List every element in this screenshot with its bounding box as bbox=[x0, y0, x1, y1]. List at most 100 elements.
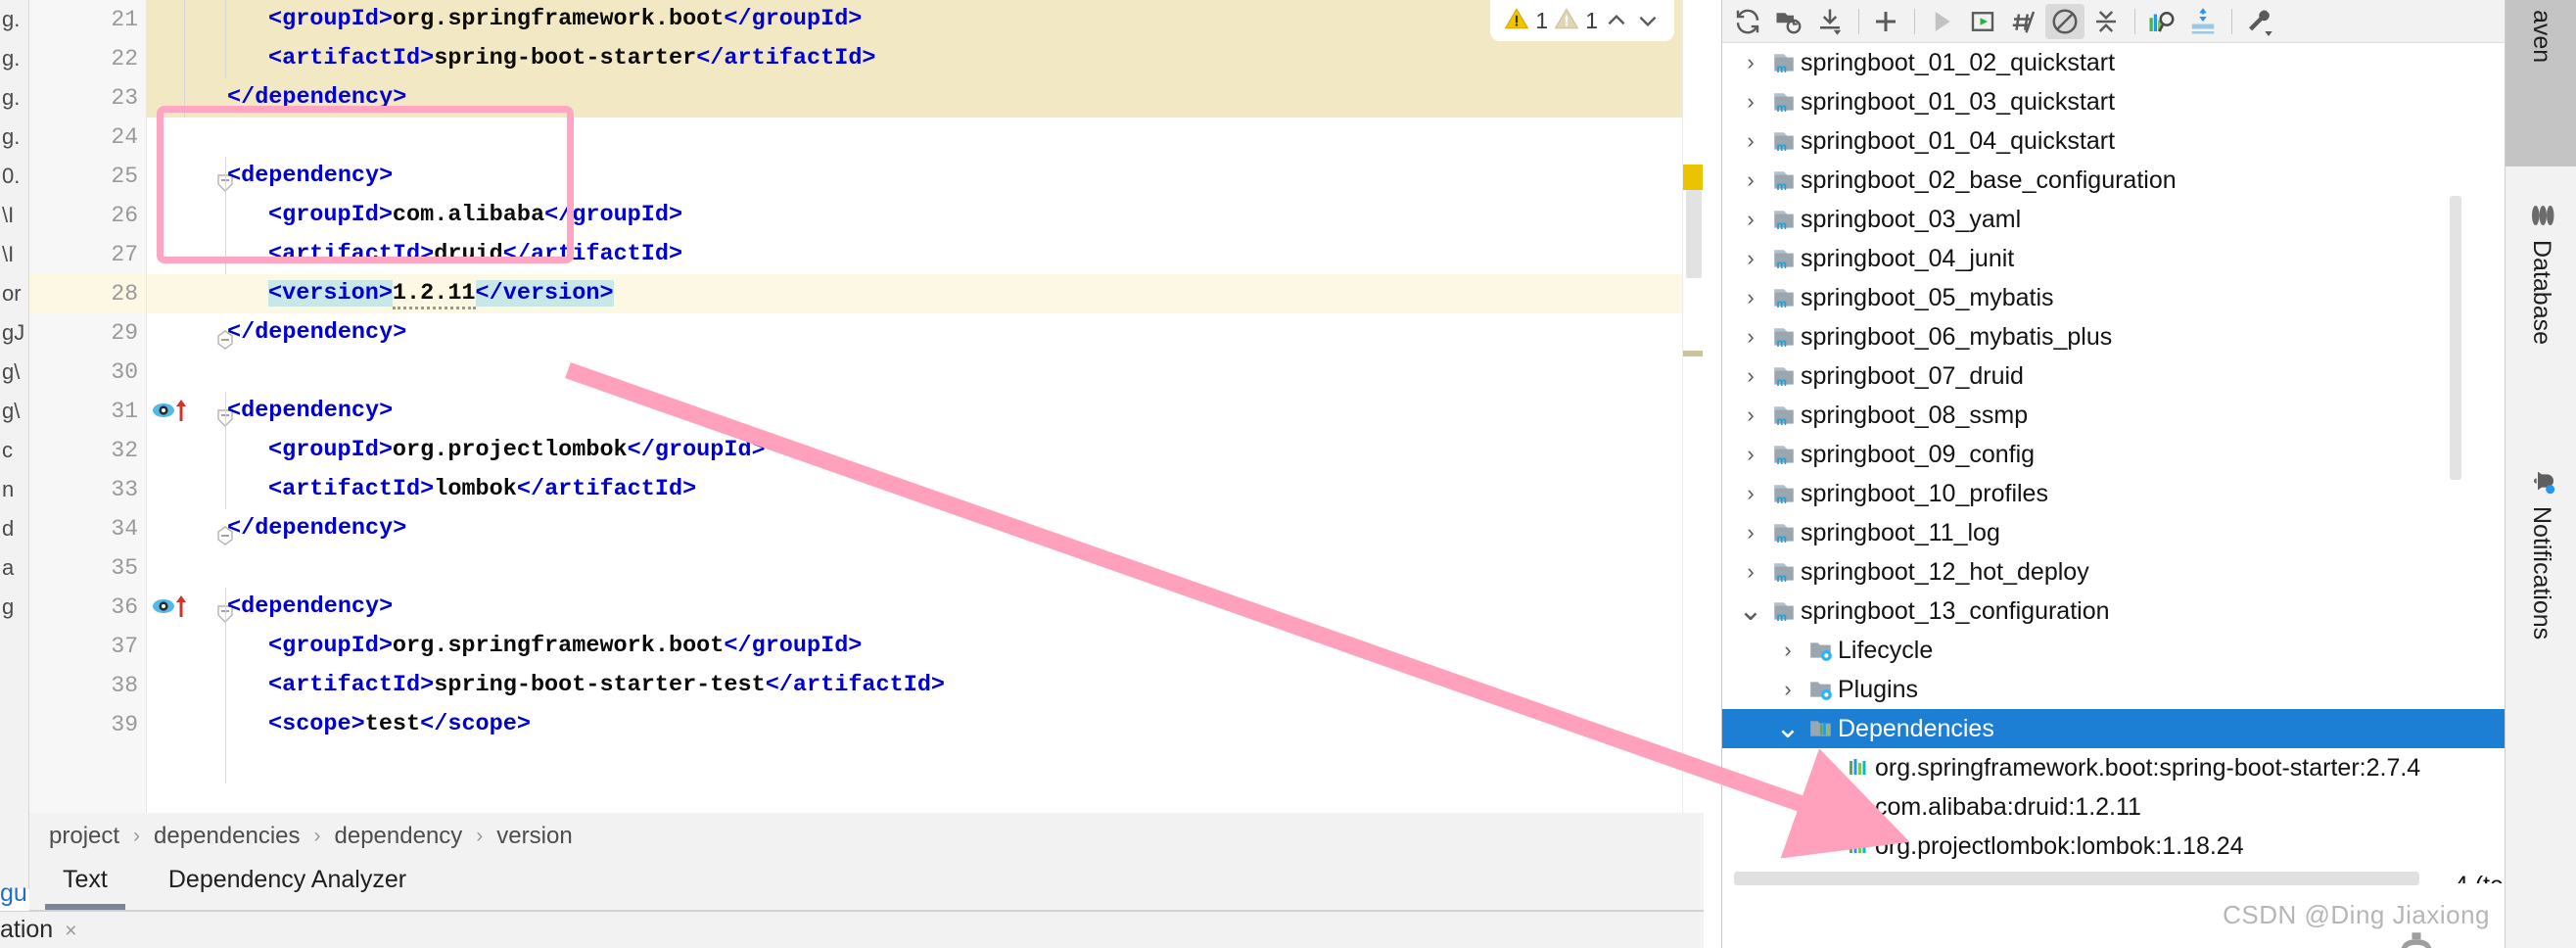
chevron-right-icon[interactable]: › bbox=[1734, 89, 1767, 115]
gutter-line-number[interactable]: 36 bbox=[29, 588, 233, 627]
gutter-line-number[interactable]: 34 bbox=[29, 509, 233, 548]
maven-tree-node[interactable]: › m springboot_01_02_quickstart bbox=[1722, 43, 2505, 82]
maven-toolbar[interactable] bbox=[1722, 0, 2505, 43]
code-line[interactable]: <artifactId>spring-boot-starter</artifac… bbox=[147, 39, 1704, 78]
maven-horizontal-scrollbar-thumb[interactable] bbox=[1734, 872, 2419, 885]
code-line[interactable]: <artifactId>spring-boot-starter-test</ar… bbox=[147, 666, 1704, 705]
maven-tree-node[interactable]: › m springboot_11_log bbox=[1722, 513, 2505, 552]
code-line[interactable]: <dependency> bbox=[147, 588, 1704, 627]
code-line[interactable]: <groupId>org.springframework.boot</group… bbox=[147, 0, 1704, 39]
maven-tree-node[interactable]: › m springboot_03_yaml bbox=[1722, 200, 2505, 239]
code-line[interactable]: <artifactId>druid</artifactId> bbox=[147, 235, 1704, 274]
chevron-right-icon[interactable]: › bbox=[1734, 246, 1767, 271]
inspection-widget[interactable]: 1 1 bbox=[1490, 0, 1674, 41]
maven-tree-node[interactable]: › m springboot_02_base_configuration bbox=[1722, 161, 2505, 200]
maven-tree-node[interactable]: › m springboot_05_mybatis bbox=[1722, 278, 2505, 317]
maven-tree-node[interactable]: › m springboot_10_profiles bbox=[1722, 474, 2505, 513]
add-maven-project-icon[interactable] bbox=[1866, 4, 1905, 39]
breadcrumb-item[interactable]: version bbox=[496, 823, 572, 850]
gutter-line-number[interactable]: 23 bbox=[29, 78, 233, 118]
chevron-right-icon[interactable]: › bbox=[1734, 285, 1767, 310]
maven-tree-node[interactable]: › m springboot_12_hot_deploy bbox=[1722, 552, 2505, 592]
breadcrumb-item[interactable]: project bbox=[49, 823, 119, 850]
warning-marker[interactable] bbox=[1683, 165, 1703, 190]
code-line[interactable]: <artifactId>lombok</artifactId> bbox=[147, 470, 1704, 509]
chevron-right-icon[interactable]: › bbox=[1734, 363, 1767, 389]
code-line[interactable]: <groupId>org.springframework.boot</group… bbox=[147, 627, 1704, 666]
reload-project-icon[interactable] bbox=[1769, 4, 1808, 39]
code-line[interactable] bbox=[147, 353, 1704, 392]
breadcrumb[interactable]: project › dependencies › dependency › version bbox=[29, 813, 1704, 860]
tool-window-button-database[interactable]: Database bbox=[2506, 191, 2576, 436]
maven-tree-node[interactable]: org.projectlombok:lombok:1.18.24 bbox=[1722, 827, 2505, 866]
right-tool-window-bar[interactable]: aven Database Notifications bbox=[2505, 0, 2576, 948]
chevron-right-icon[interactable]: › bbox=[1734, 559, 1767, 585]
gutter-line-number[interactable]: 33 bbox=[29, 470, 146, 509]
chevron-down-icon[interactable]: ⌄ bbox=[1734, 596, 1767, 626]
reload-all-maven-projects-icon[interactable] bbox=[1728, 4, 1767, 39]
code-line[interactable] bbox=[147, 548, 1704, 588]
breadcrumb-item[interactable]: dependencies bbox=[154, 823, 300, 850]
download-sources-icon[interactable] bbox=[1810, 4, 1850, 39]
gutter-line-number[interactable]: 39 bbox=[29, 705, 146, 744]
chevron-right-icon[interactable]: › bbox=[1734, 520, 1767, 545]
maven-tree-node[interactable]: › m springboot_09_config bbox=[1722, 435, 2505, 474]
gutter-line-number[interactable]: 37 bbox=[29, 627, 146, 666]
gutter-line-number[interactable]: 24 bbox=[29, 118, 146, 157]
maven-tree-node[interactable]: com.alibaba:druid:1.2.11 bbox=[1722, 787, 2505, 827]
code-line[interactable]: <groupId>com.alibaba</groupId> bbox=[147, 196, 1704, 235]
maven-tree-node[interactable]: › m springboot_06_mybatis_plus bbox=[1722, 317, 2505, 356]
code-line[interactable]: <groupId>org.projectlombok</groupId> bbox=[147, 431, 1704, 470]
editor-marker-strip[interactable] bbox=[1682, 0, 1704, 813]
code-editor[interactable]: 21 22 23 24 25 26 27 28 29 30 31 32 33 34 35 36 37 38 39 <… bbox=[29, 0, 1704, 813]
editor-tab-dependency-analyzer[interactable]: Dependency Analyzer bbox=[163, 866, 412, 904]
editor-tab-text[interactable]: Text bbox=[45, 866, 125, 910]
code-line[interactable]: <version>1.2.11</version> bbox=[147, 274, 1704, 313]
maven-tool-window[interactable]: › m springboot_01_02_quickstart › m springboo… bbox=[1721, 0, 2505, 948]
chevron-right-icon[interactable]: › bbox=[1734, 207, 1767, 232]
maven-tree-node[interactable]: › m springboot_07_druid bbox=[1722, 356, 2505, 396]
editor-bottom-tabs[interactable]: Text Dependency Analyzer bbox=[29, 860, 1704, 911]
chevron-right-icon[interactable]: › bbox=[1734, 442, 1767, 467]
maven-tree-node[interactable]: › m springboot_01_03_quickstart bbox=[1722, 82, 2505, 121]
gutter-line-number[interactable]: 32 bbox=[29, 431, 146, 470]
gutter-line-number[interactable]: 30 bbox=[29, 353, 146, 392]
maven-tree-node[interactable]: › m springboot_08_ssmp bbox=[1722, 396, 2505, 435]
maven-tree-node[interactable]: › Lifecycle bbox=[1722, 631, 2505, 670]
code-line[interactable]: </dependency> bbox=[147, 313, 1704, 353]
maven-tree-node[interactable]: ⌄ Dependencies bbox=[1722, 709, 2505, 748]
gutter-line-number[interactable]: 29 bbox=[29, 313, 233, 353]
gutter-line-number[interactable]: 21 bbox=[29, 0, 146, 39]
chevron-right-icon[interactable]: › bbox=[1734, 167, 1767, 193]
chevron-right-icon[interactable]: › bbox=[1734, 50, 1767, 75]
chevron-right-icon[interactable]: › bbox=[1771, 677, 1804, 702]
toggle-offline-mode-icon[interactable] bbox=[2045, 3, 2084, 39]
show-dependencies-search-icon[interactable] bbox=[2142, 4, 2181, 39]
gutter-line-number[interactable]: 38 bbox=[29, 666, 146, 705]
editor-vertical-scrollbar-thumb[interactable] bbox=[1686, 190, 1702, 278]
chevron-down-icon[interactable]: ⌄ bbox=[1771, 714, 1804, 743]
maven-vertical-scrollbar[interactable] bbox=[2450, 196, 2461, 480]
expand-vertical-icon[interactable] bbox=[2183, 4, 2223, 39]
chevron-right-icon[interactable]: › bbox=[1734, 403, 1767, 428]
code-line[interactable] bbox=[147, 118, 1704, 157]
maven-tree-node[interactable]: › m springboot_04_junit bbox=[1722, 239, 2505, 278]
chevron-right-icon[interactable]: › bbox=[1734, 481, 1767, 506]
maven-tree-node[interactable]: ⌄ m springboot_13_configuration bbox=[1722, 592, 2505, 631]
code-line[interactable]: </dependency> bbox=[147, 509, 1704, 548]
maven-tree-node[interactable]: › Plugins bbox=[1722, 670, 2505, 709]
chevron-right-icon[interactable]: › bbox=[1771, 638, 1804, 663]
maven-horizontal-scrollbar[interactable] bbox=[1722, 870, 2449, 887]
execute-maven-goal-icon[interactable] bbox=[1963, 4, 2002, 39]
code-line[interactable]: <dependency> bbox=[147, 157, 1704, 196]
collapse-all-icon[interactable] bbox=[2086, 4, 2126, 39]
project-panel-clipped[interactable]: g. g. g. g. 0. \I \I or gJ g\ g\ c n d a… bbox=[0, 0, 29, 889]
clipped-bottom-tab[interactable]: ation × bbox=[0, 916, 76, 944]
maven-tree-node[interactable]: › m springboot_01_04_quickstart bbox=[1722, 121, 2505, 161]
editor-code-area[interactable]: <groupId>org.springframework.boot</group… bbox=[147, 0, 1704, 813]
gutter-line-number[interactable]: 26 bbox=[29, 196, 146, 235]
gutter-line-number[interactable]: 25 bbox=[29, 157, 233, 196]
maven-settings-wrench-icon[interactable] bbox=[2239, 4, 2278, 39]
secondary-marker[interactable] bbox=[1683, 351, 1703, 356]
chevron-up-icon[interactable] bbox=[1604, 8, 1629, 33]
